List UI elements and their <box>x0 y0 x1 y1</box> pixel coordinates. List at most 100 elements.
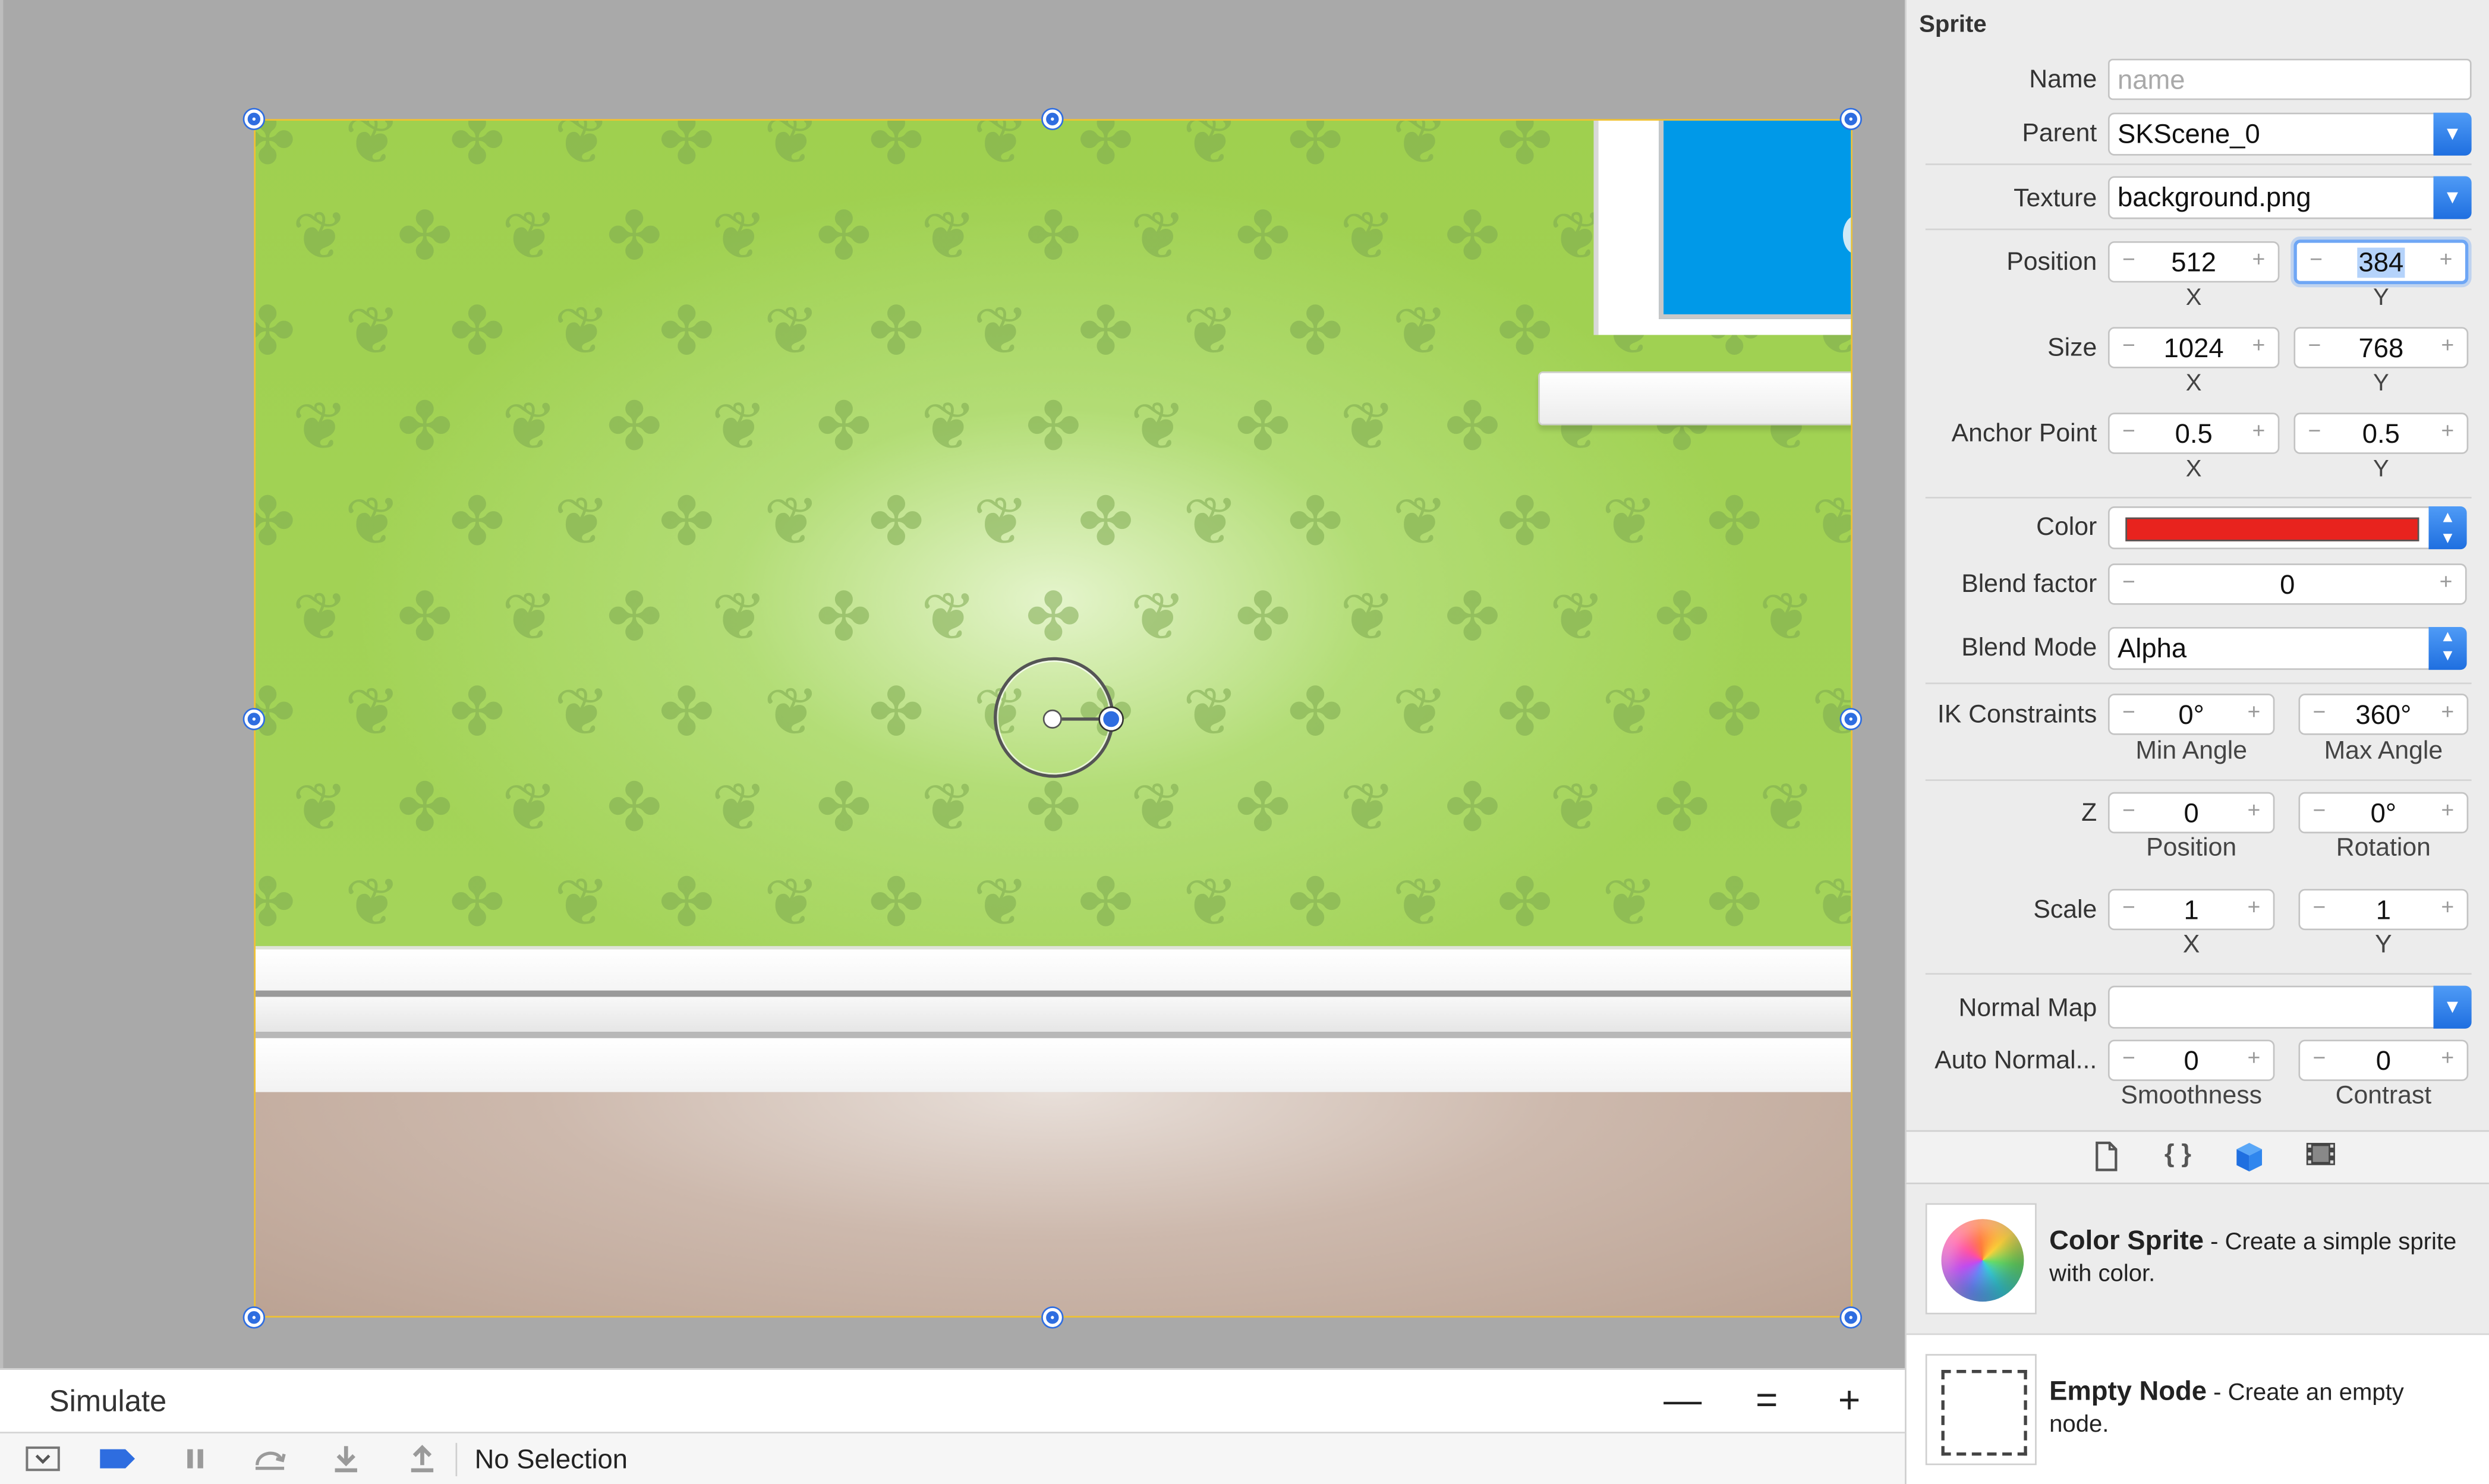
increment-button[interactable]: + <box>2247 1044 2260 1070</box>
increment-button[interactable]: + <box>2441 797 2454 823</box>
wallpaper-ornament: ❦ <box>1601 863 1658 941</box>
hide-debug-area-icon[interactable] <box>22 1443 63 1474</box>
resize-handle-top-right[interactable] <box>1841 109 1861 129</box>
step-into-icon[interactable] <box>326 1443 367 1474</box>
increment-button[interactable]: + <box>2440 568 2453 594</box>
increment-button[interactable]: + <box>2441 698 2454 724</box>
size-y-stepper[interactable]: − 768 + <box>2293 327 2469 368</box>
position-y-value[interactable]: 384 <box>2356 247 2405 278</box>
zoom-reset-button[interactable]: = <box>1743 1379 1791 1424</box>
wallpaper-ornament: ✤ <box>1444 197 1501 275</box>
wallpaper-ornament: ❦ <box>1549 578 1605 656</box>
wallpaper-ornament: ❦ <box>973 119 1029 179</box>
texture-label: Texture <box>2014 185 2097 213</box>
library-item-title: Color Sprite <box>2049 1225 2204 1256</box>
wallpaper-ornament: ✤ <box>1025 578 1082 656</box>
wallpaper-ornament: ❦ <box>921 387 977 465</box>
anchor-x-stepper[interactable]: − 0.5 + <box>2107 412 2280 454</box>
increment-button[interactable]: + <box>2247 894 2260 919</box>
wallpaper-ornament: ✤ <box>1234 387 1291 465</box>
resize-handle-right[interactable] <box>1841 709 1861 729</box>
name-field[interactable]: name <box>2107 58 2472 100</box>
position-y-stepper[interactable]: − 384 + <box>2293 240 2469 285</box>
library-item-color-sprite[interactable]: Color Sprite - Create a simple sprite wi… <box>1906 1184 2489 1335</box>
wallpaper-ornament: ❦ <box>344 863 401 941</box>
name-label: Name <box>2029 67 2097 94</box>
anchor-y-stepper[interactable]: − 0.5 + <box>2293 412 2469 454</box>
wallpaper-ornament: ✤ <box>1287 119 1344 179</box>
z-position-stepper[interactable]: − 0 + <box>2107 792 2275 834</box>
library-item-empty-node[interactable]: Empty Node - Create an empty node. <box>1907 1335 2489 1484</box>
scale-x-stepper[interactable]: − 1 + <box>2107 888 2275 931</box>
smoothness-stepper[interactable]: − 0 + <box>2107 1039 2275 1081</box>
increment-button[interactable]: + <box>2440 246 2453 272</box>
window-sill <box>1538 371 1851 426</box>
contrast-caption: Contrast <box>2335 1082 2432 1110</box>
resize-handle-bottom-left[interactable] <box>244 1307 264 1327</box>
wallpaper-ornament: ✤ <box>606 768 663 846</box>
file-icon[interactable] <box>2089 1141 2124 1173</box>
increment-button[interactable]: + <box>2247 797 2260 823</box>
baseboard-trim <box>256 946 1851 994</box>
increment-button[interactable]: + <box>2252 332 2266 357</box>
resize-handle-bottom-right[interactable] <box>1841 1307 1861 1327</box>
braces-icon[interactable]: { } <box>2160 1141 2195 1173</box>
scale-y-stepper[interactable]: − 1 + <box>2298 888 2469 931</box>
increment-button[interactable]: + <box>2441 332 2454 357</box>
ik-max-angle-stepper[interactable]: − 360° + <box>2298 694 2469 735</box>
wallpaper-ornament: ❦ <box>1392 119 1448 179</box>
wallpaper-ornament: ❦ <box>1130 578 1186 656</box>
blend-factor-value[interactable]: 0 <box>2110 570 2465 601</box>
anchor-point-handle[interactable] <box>1042 709 1062 729</box>
film-icon[interactable] <box>2303 1141 2338 1173</box>
size-x-stepper[interactable]: − 1024 + <box>2107 327 2280 368</box>
resize-handle-top[interactable] <box>1042 109 1062 129</box>
step-out-icon[interactable] <box>402 1443 443 1474</box>
size-x-caption: X <box>2185 370 2202 397</box>
wallpaper-ornament: ✤ <box>1077 482 1134 560</box>
normal-map-popup[interactable]: ▼ <box>2107 985 2472 1029</box>
position-x-stepper[interactable]: − 512 + <box>2107 241 2280 283</box>
resize-handle-bottom[interactable] <box>1042 1307 1062 1327</box>
increment-button[interactable]: + <box>2247 698 2260 724</box>
resize-handle-top-left[interactable] <box>244 109 264 129</box>
wallpaper-ornament: ❦ <box>1392 673 1448 751</box>
simulate-button[interactable]: Simulate <box>49 1386 166 1421</box>
zoom-out-button[interactable]: — <box>1659 1379 1706 1424</box>
increment-button[interactable]: + <box>2441 1044 2454 1070</box>
increment-button[interactable]: + <box>2441 417 2454 443</box>
zoom-in-button[interactable]: + <box>1826 1379 1873 1424</box>
wallpaper-ornament: ✤ <box>1496 119 1553 179</box>
window-pane <box>1659 120 1851 319</box>
wallpaper-ornament: ✤ <box>815 578 872 656</box>
wallpaper-ornament: ✤ <box>1077 292 1134 370</box>
ik-min-angle-stepper[interactable]: − 0° + <box>2107 694 2275 735</box>
increment-button[interactable]: + <box>2252 417 2266 443</box>
wallpaper-ornament: ✤ <box>1444 578 1501 656</box>
wallpaper-ornament: ❦ <box>292 578 348 656</box>
color-well[interactable]: ▲ ▼ <box>2107 506 2467 550</box>
wallpaper-ornament: ❦ <box>1811 488 1851 556</box>
parent-popup[interactable]: SKScene_0 ▼ <box>2107 112 2472 156</box>
blend-factor-stepper[interactable]: − 0 + <box>2107 563 2467 605</box>
z-rotation-stepper[interactable]: − 0° + <box>2298 792 2469 834</box>
wallpaper-ornament: ❦ <box>554 292 610 370</box>
step-over-icon[interactable] <box>249 1443 290 1474</box>
wallpaper-ornament: ✤ <box>449 673 505 751</box>
scene-editor[interactable]: ✤ ❦ ✤ ❦ ✤ ❦ ✤ ❦ ✤ ❦ ✤ ❦ ✤ ❦ ✤ ❦ ❦ ✤ ❦ ✤ ❦ ✤ ❦ ✤ ❦ ✤ ❦ ✤ ❦ ✤ ❦ ✤ ✤ ❦ ✤ ❦ ✤ ❦ ✤ ❦… <box>0 0 1905 1369</box>
cube-icon[interactable] <box>2232 1141 2267 1173</box>
increment-button[interactable]: + <box>2252 246 2266 272</box>
contrast-stepper[interactable]: − 0 + <box>2298 1039 2469 1081</box>
pause-icon[interactable] <box>175 1443 216 1474</box>
rotation-handle[interactable] <box>1099 708 1123 730</box>
increment-button[interactable]: + <box>2441 894 2454 919</box>
breakpoint-icon[interactable] <box>97 1443 138 1474</box>
debug-bar: No Selection <box>0 1432 1905 1484</box>
color-label: Color <box>2036 514 2097 541</box>
texture-popup[interactable]: background.png ▼ <box>2107 176 2472 219</box>
wallpaper-ornament: ❦ <box>502 197 558 275</box>
library-item-thumb <box>1925 1203 2037 1315</box>
resize-handle-left[interactable] <box>244 709 264 729</box>
blend-mode-popup[interactable]: Alpha ▲ ▼ <box>2107 627 2467 670</box>
wallpaper-ornament: ✤ <box>1234 768 1291 846</box>
